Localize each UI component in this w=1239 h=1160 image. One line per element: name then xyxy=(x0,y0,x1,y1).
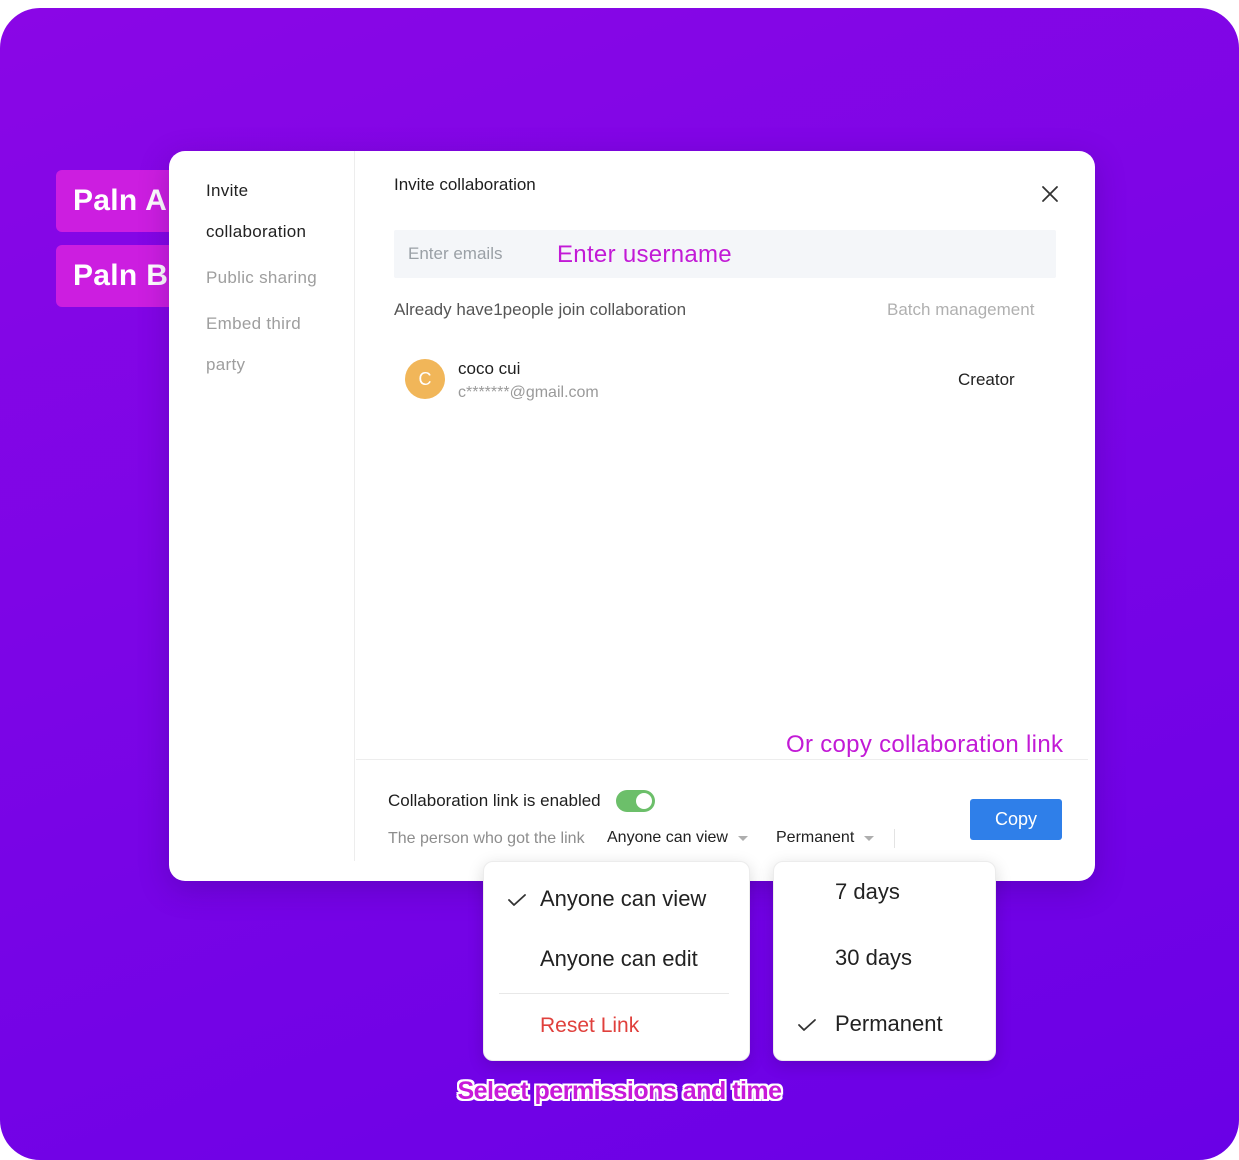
link-description: The person who got the link xyxy=(388,830,585,847)
copy-link-hint: Or copy collaboration link xyxy=(786,731,1064,758)
menu-item-permanent[interactable]: Permanent xyxy=(835,1011,943,1037)
sidebar-item-invite-collaboration[interactable]: Invite collaboration xyxy=(206,170,336,252)
chevron-down-icon xyxy=(737,835,748,841)
dialog-title: Invite collaboration xyxy=(394,175,536,194)
copy-button[interactable]: Copy xyxy=(970,799,1062,840)
footer-divider xyxy=(356,759,1088,760)
menu-item-anyone-can-edit[interactable]: Anyone can edit xyxy=(540,946,698,972)
close-icon[interactable] xyxy=(1039,183,1061,205)
sidebar-item-public-sharing[interactable]: Public sharing xyxy=(206,257,317,298)
sidebar-item-embed-third-party[interactable]: Embed third party xyxy=(206,303,326,385)
user-email: c*******@gmail.com xyxy=(458,384,599,401)
permission-select-value: Anyone can view xyxy=(607,829,728,846)
vertical-divider xyxy=(894,829,895,848)
username-hint: Enter username xyxy=(557,241,732,268)
link-toggle[interactable] xyxy=(616,790,655,812)
dialog-sidebar: Invite collaboration Public sharing Embe… xyxy=(169,151,355,861)
plan-b-tag: Paln B xyxy=(56,245,182,307)
chevron-down-icon xyxy=(864,835,875,841)
email-input[interactable] xyxy=(394,230,544,278)
caption-text: Select permissions and time xyxy=(457,1077,782,1105)
invite-dialog: Invite collaboration Public sharing Embe… xyxy=(169,151,1095,881)
menu-item-30-days[interactable]: 30 days xyxy=(835,945,912,971)
permission-select[interactable]: Anyone can view xyxy=(607,829,748,847)
time-menu: 7 days 30 days Permanent xyxy=(773,861,996,1061)
reset-link-button[interactable]: Reset Link xyxy=(540,1014,639,1038)
check-icon xyxy=(798,1019,816,1031)
toggle-knob xyxy=(636,793,652,809)
plan-a-tag: Paln A xyxy=(56,170,182,232)
time-select-value: Permanent xyxy=(776,829,855,846)
permission-menu: Anyone can view Anyone can edit Reset Li… xyxy=(483,861,750,1061)
menu-divider xyxy=(499,993,729,994)
menu-item-7-days[interactable]: 7 days xyxy=(835,879,900,905)
user-role: Creator xyxy=(958,370,1015,389)
avatar: C xyxy=(405,359,445,399)
user-name: coco cui xyxy=(458,359,521,378)
link-enabled-label: Collaboration link is enabled xyxy=(388,791,601,810)
check-icon xyxy=(508,894,526,906)
batch-management-link[interactable]: Batch management xyxy=(887,300,1034,320)
collaborator-count: Already have1people join collaboration xyxy=(394,300,687,319)
email-input-container: Enter username xyxy=(394,230,1056,278)
time-select[interactable]: Permanent xyxy=(776,829,875,847)
menu-item-anyone-can-view[interactable]: Anyone can view xyxy=(540,886,706,912)
